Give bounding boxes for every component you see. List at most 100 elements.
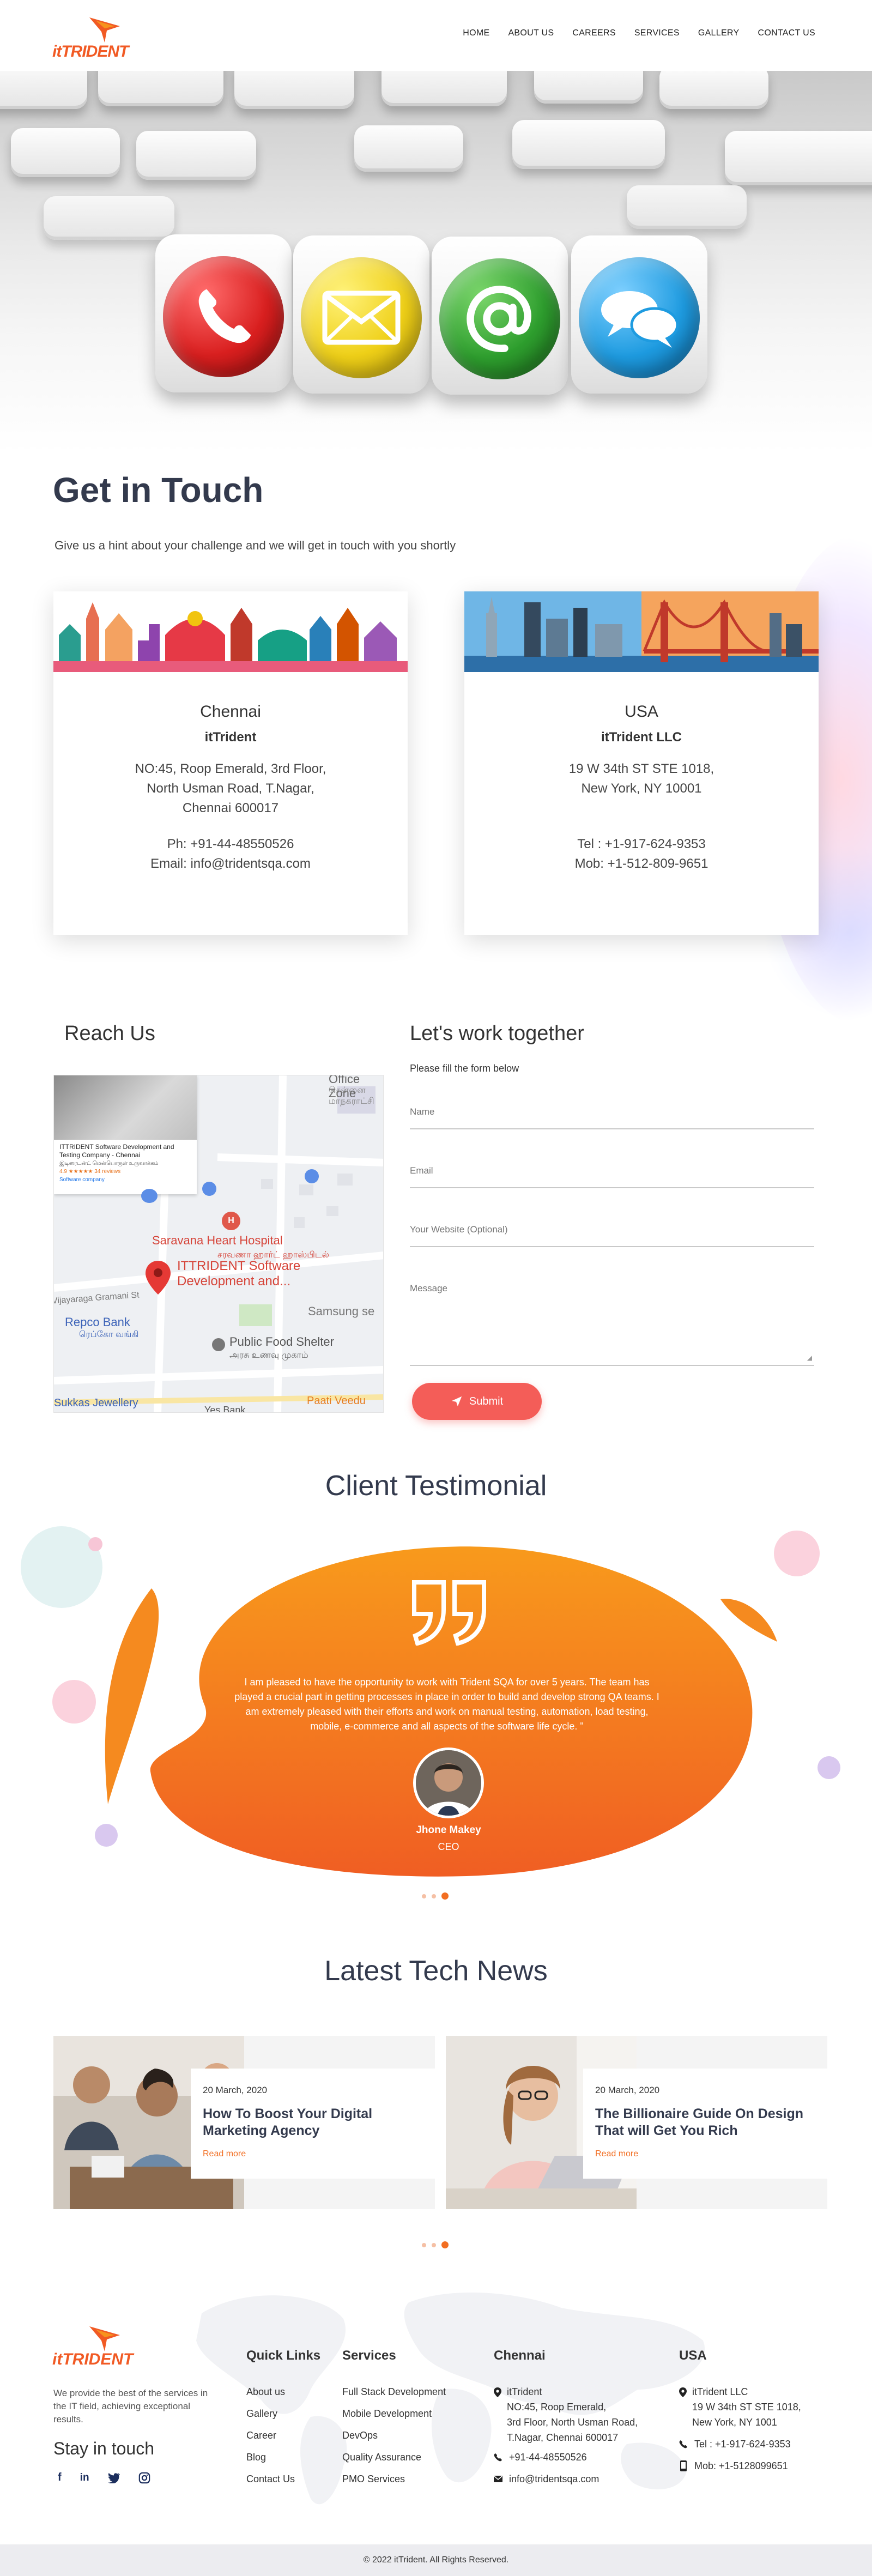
footer-chennai-address-line: 3rd Floor, North Usman Road,: [507, 2417, 638, 2428]
footer-link-gallery[interactable]: Gallery: [246, 2408, 277, 2420]
carousel-dot[interactable]: [422, 1894, 426, 1898]
footer-service-devops[interactable]: DevOps: [342, 2430, 378, 2441]
keyboard-key: [44, 196, 174, 240]
office-address: NO:45, Roop Emerald, 3rd Floor, North Us…: [53, 759, 408, 818]
phone-icon: [163, 256, 284, 377]
office-contact: Ph: +91-44-48550526 Email: info@tridents…: [53, 835, 408, 874]
news-card[interactable]: 20 March, 2020 The Billionaire Guide On …: [446, 2036, 827, 2209]
at-sign-icon: [439, 258, 560, 379]
carousel-dot-active[interactable]: [441, 2241, 449, 2248]
quick-links-title: Quick Links: [246, 2348, 321, 2363]
google-map[interactable]: ITTRIDENT Software Development and Testi…: [53, 1075, 384, 1413]
footer-service-qa[interactable]: Quality Assurance: [342, 2452, 421, 2463]
twitter-icon[interactable]: [107, 2472, 120, 2483]
map-marker-icon: [494, 2387, 501, 2397]
footer-usa-company: itTrident LLC: [692, 2386, 748, 2397]
keyboard-key: [627, 185, 747, 229]
news-title: Latest Tech News: [324, 1955, 548, 1987]
map-marker-icon: [679, 2387, 687, 2397]
usa-landmarks-illustration: [464, 591, 819, 672]
website-input[interactable]: [410, 1224, 814, 1235]
site-header: itTRIDENT HOME ABOUT US CAREERS SERVICES…: [0, 0, 872, 71]
map-place-card[interactable]: ITTRIDENT Software Development and Testi…: [54, 1075, 197, 1194]
hospital-pin-icon[interactable]: H: [222, 1212, 240, 1230]
footer-chennai-email[interactable]: info@tridentsqa.com: [509, 2471, 599, 2487]
footer-brand-logo[interactable]: itTRIDENT: [52, 2324, 145, 2368]
map-label: ITTRIDENT Software Development and...: [177, 1259, 301, 1289]
nav-contact-us[interactable]: CONTACT US: [758, 28, 815, 38]
poi-pin-icon[interactable]: [202, 1182, 216, 1196]
news-headline[interactable]: How To Boost Your Digital Marketing Agen…: [203, 2106, 422, 2139]
footer-service-mobile[interactable]: Mobile Development: [342, 2408, 432, 2420]
office-mobile[interactable]: Mob: +1-512-809-9651: [464, 854, 819, 874]
submit-label: Submit: [469, 1395, 504, 1407]
nav-careers[interactable]: CAREERS: [572, 28, 615, 38]
office-email[interactable]: Email: info@tridentsqa.com: [53, 854, 408, 874]
footer-link-career[interactable]: Career: [246, 2430, 276, 2441]
trident-arrow-icon: [89, 17, 120, 43]
office-phone[interactable]: Tel : +1-917-624-9353: [464, 835, 819, 854]
testimonial-name: Jhone Makey: [416, 1824, 481, 1836]
hero-banner: [0, 71, 872, 452]
address-line: New York, NY 10001: [581, 781, 702, 796]
footer-brand-name: itTRIDENT: [52, 2350, 134, 2368]
place-card-rating: 4.9 ★★★★★ 34 reviews: [59, 1169, 121, 1175]
form-title: Let's work together: [410, 1022, 584, 1045]
email-input[interactable]: [410, 1165, 814, 1176]
office-contact: Tel : +1-917-624-9353 Mob: +1-512-809-96…: [464, 835, 819, 874]
testimonial-carousel-dots: [422, 1892, 449, 1900]
decor-circle: [774, 1531, 820, 1576]
get-in-touch-title: Get in Touch: [53, 470, 264, 510]
phone-icon: [494, 2453, 502, 2462]
instagram-icon[interactable]: [138, 2472, 150, 2484]
map-label: அரசு உணவு முகாம்: [229, 1351, 308, 1360]
nav-home[interactable]: HOME: [463, 28, 489, 38]
linkedin-icon[interactable]: in: [80, 2472, 89, 2484]
nav-about-us[interactable]: ABOUT US: [508, 28, 554, 38]
poi-pin-icon[interactable]: [212, 1338, 225, 1351]
footer-service-pmo[interactable]: PMO Services: [342, 2474, 405, 2485]
trident-arrow-icon: [89, 2326, 120, 2351]
location-pin-icon[interactable]: [146, 1261, 171, 1295]
news-carousel-dots: [422, 2241, 449, 2248]
footer-service-fullstack[interactable]: Full Stack Development: [342, 2386, 446, 2398]
footer-link-about[interactable]: About us: [246, 2386, 285, 2398]
office-phone[interactable]: Ph: +91-44-48550526: [53, 835, 408, 854]
chennai-landmarks-illustration: [53, 591, 408, 672]
social-links: f in: [58, 2471, 150, 2484]
submit-button[interactable]: Submit: [412, 1383, 542, 1420]
phone-icon: [679, 2440, 687, 2448]
poi-pin-icon[interactable]: [305, 1169, 319, 1183]
carousel-dot[interactable]: [422, 2242, 426, 2247]
speech-bubbles-icon: [579, 257, 700, 378]
footer-link-blog[interactable]: Blog: [246, 2452, 266, 2463]
resize-handle-icon[interactable]: ◢: [807, 1354, 812, 1362]
name-field: [410, 1106, 814, 1129]
carousel-dot-active[interactable]: [441, 1892, 449, 1900]
message-input[interactable]: [410, 1283, 814, 1343]
nav-services[interactable]: SERVICES: [634, 28, 680, 38]
keyboard-key: [136, 131, 256, 180]
news-date: 20 March, 2020: [203, 2085, 268, 2095]
footer-chennai-phone[interactable]: +91-44-48550526: [509, 2450, 587, 2465]
news-headline[interactable]: The Billionaire Guide On Design That wil…: [595, 2106, 814, 2139]
read-more-link[interactable]: Read more: [595, 2149, 814, 2159]
carousel-dot[interactable]: [432, 2242, 436, 2247]
address-line: Chennai 600017: [182, 801, 279, 815]
footer-link-contact[interactable]: Contact Us: [246, 2474, 295, 2485]
facebook-icon[interactable]: f: [58, 2471, 62, 2484]
services-title: Services: [342, 2348, 396, 2363]
decor-circle: [52, 1680, 96, 1724]
name-input[interactable]: [410, 1106, 814, 1117]
address-line: North Usman Road, T.Nagar,: [147, 781, 314, 796]
footer-usa-tel[interactable]: Tel : +1-917-624-9353: [694, 2436, 791, 2452]
read-more-link[interactable]: Read more: [203, 2149, 422, 2159]
news-card[interactable]: 20 March, 2020 How To Boost Your Digital…: [53, 2036, 435, 2209]
brand-logo[interactable]: itTRIDENT: [52, 15, 145, 61]
keyboard-key: [234, 71, 354, 109]
office-city: Chennai: [200, 703, 261, 721]
poi-pin-icon[interactable]: [141, 1189, 158, 1203]
nav-gallery[interactable]: GALLERY: [698, 28, 740, 38]
footer-usa-mobile[interactable]: Mob: +1-5128099651: [694, 2458, 788, 2474]
carousel-dot[interactable]: [432, 1894, 436, 1898]
